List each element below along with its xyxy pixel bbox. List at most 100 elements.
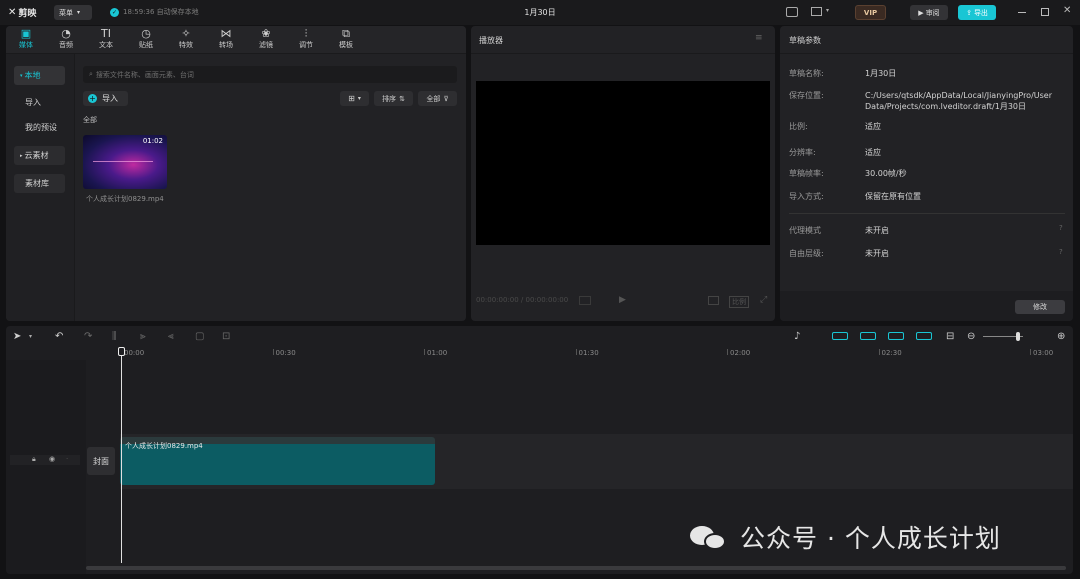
ruler-tick-mark: [575, 349, 577, 355]
split-right-icon[interactable]: ⫷: [168, 331, 174, 342]
tab-label: 模板: [339, 41, 353, 49]
close-icon[interactable]: ✕: [1063, 5, 1071, 16]
help-icon[interactable]: ?: [1059, 224, 1063, 232]
zoom-in-icon[interactable]: ⊕: [1057, 331, 1065, 342]
import-button[interactable]: + 导入: [83, 91, 128, 106]
tab-filter[interactable]: ❀ 滤镜: [248, 26, 284, 52]
link-icon[interactable]: [888, 332, 904, 340]
lock-icon[interactable]: 🔒︎: [32, 455, 36, 464]
timeline-clip[interactable]: 个人成长计划0829.mp4: [120, 437, 435, 485]
sidebar-item-import[interactable]: 导入: [14, 93, 65, 112]
param-value: 未开启: [865, 249, 889, 258]
chevron-down-icon[interactable]: ▾: [29, 333, 32, 340]
mute-icon[interactable]: ·: [66, 455, 68, 463]
review-button[interactable]: ▶ 审阅: [910, 5, 948, 20]
minimize-icon[interactable]: [1018, 12, 1026, 13]
sort-button[interactable]: 排序 ⇅: [374, 91, 413, 106]
tab-adjust[interactable]: ⫶ 调节: [288, 26, 324, 52]
fullscreen-icon[interactable]: ⤢: [760, 295, 767, 305]
thumbnail-light-streak: [93, 161, 153, 162]
clip-duration: 01:02: [142, 137, 163, 145]
view-mode-button[interactable]: ⊞ ▾: [340, 91, 369, 106]
tab-effects[interactable]: ✧ 特效: [168, 26, 204, 52]
adjust-icon: ⫶: [304, 27, 308, 40]
sidebar-item-cloud[interactable]: ▸ 云素材: [14, 146, 65, 165]
play-icon[interactable]: ▶: [619, 295, 626, 305]
eye-icon[interactable]: ◉: [49, 455, 55, 463]
tab-label: 文本: [99, 41, 113, 49]
split-left-icon[interactable]: ⫸: [140, 331, 146, 342]
cover-label: 封面: [93, 456, 109, 466]
filter-icon: ❀: [261, 27, 271, 40]
cover-button[interactable]: 封面: [87, 447, 115, 475]
sidebar-item-local[interactable]: ▾ 本地: [14, 66, 65, 85]
param-key: 保存位置:: [789, 91, 824, 100]
tab-label: 媒体: [19, 41, 33, 49]
watermark-text: 公众号 · 个人成长计划: [740, 524, 1001, 553]
auto-snap-icon[interactable]: [860, 332, 876, 340]
edit-label: 修改: [1033, 303, 1047, 311]
param-value: 30.00帧/秒: [865, 169, 907, 178]
sidebar-item-presets[interactable]: 我的预设: [14, 118, 65, 137]
tab-sticker[interactable]: ◷ 贴纸: [128, 26, 164, 52]
timeline-toolbar: ➤ ▾ ↶ ↷ ⫼ ⫸ ⫷ ▢ ⊡ ♪ ⊟ ⊖ ⊕: [6, 326, 1073, 346]
zoom-out-icon[interactable]: ⊖: [967, 331, 975, 342]
timeline-ruler[interactable]: 00:00 00:30 01:00 01:30 02:00 02:30 03:00: [86, 346, 1073, 360]
sidebar-item-library[interactable]: 素材库: [14, 174, 65, 193]
track-header-column: 🔒︎ ◉ ·: [6, 360, 86, 574]
text-icon: TI: [101, 27, 111, 40]
cursor-select-icon[interactable]: ➤: [13, 331, 21, 342]
delete-icon[interactable]: ▢: [195, 331, 204, 342]
param-value: 1月30日: [865, 69, 897, 78]
snap-main-track-icon[interactable]: [832, 332, 848, 340]
tab-template[interactable]: ⧉ 模板: [328, 26, 364, 52]
playhead-handle[interactable]: [118, 347, 125, 356]
undo-icon[interactable]: ↶: [55, 331, 63, 342]
vip-badge[interactable]: VIP: [855, 5, 886, 20]
fullscreen-mini-icon[interactable]: [579, 296, 591, 305]
ruler-tick-label: 03:00: [1033, 349, 1054, 357]
search-input[interactable]: ⌕ 搜索文件名称、画面元素、台词: [83, 66, 457, 83]
video-preview[interactable]: [476, 81, 770, 245]
param-key: 导入方式:: [789, 192, 824, 201]
tab-label: 特效: [179, 41, 193, 49]
export-button[interactable]: ⇪ 导出: [958, 5, 996, 20]
caption-icon[interactable]: ⊟: [946, 331, 954, 342]
tab-audio[interactable]: ◔ 音频: [48, 26, 84, 52]
ruler-tick-mark: [424, 349, 425, 355]
preview-axis-icon[interactable]: [916, 332, 932, 340]
keyboard-icon[interactable]: [786, 7, 798, 17]
sort-icon: ⇅: [399, 94, 405, 103]
sticker-icon: ◷: [141, 27, 151, 40]
redo-icon[interactable]: ↷: [84, 331, 92, 342]
menu-lines-icon[interactable]: ≡: [755, 33, 763, 43]
help-icon[interactable]: ?: [1059, 248, 1063, 256]
chevron-down-icon: ▾: [357, 95, 361, 102]
tab-transition[interactable]: ⋈ 转场: [208, 26, 244, 52]
tab-media[interactable]: ▣ 媒体: [8, 26, 44, 52]
zoom-slider-handle[interactable]: [1016, 332, 1020, 341]
edit-button[interactable]: 修改: [1015, 300, 1065, 314]
ruler-tick-mark: [727, 349, 728, 355]
ratio-button[interactable]: 比例: [729, 296, 749, 308]
review-label: 审阅: [925, 8, 940, 17]
plus-circle-icon: +: [88, 94, 97, 103]
section-label: 全部: [83, 116, 97, 124]
tab-text[interactable]: TI 文本: [88, 26, 124, 52]
safe-area-icon[interactable]: [708, 296, 719, 305]
horizontal-scrollbar[interactable]: [86, 566, 1066, 570]
frame-icon[interactable]: ⊡: [222, 331, 230, 342]
filter-button[interactable]: 全部 ⊽: [418, 91, 457, 106]
player-title: 播放器: [479, 36, 503, 45]
layout-icon[interactable]: [811, 7, 822, 16]
media-clip-thumbnail[interactable]: 01:02: [83, 135, 167, 189]
playhead-line[interactable]: [121, 356, 122, 563]
media-tab-bar: ▣ 媒体 ◔ 音频 TI 文本 ◷ 贴纸 ✧ 特效 ⋈ 转场 ❀ 滤镜 ⫶ 调节 ⧉ 模板: [6, 26, 466, 54]
microphone-icon[interactable]: ♪: [794, 331, 800, 342]
split-icon[interactable]: ⫼: [112, 331, 117, 342]
media-sidebar: ▾ 本地 导入 我的预设 ▸ 云素材 素材库: [6, 54, 75, 321]
restore-icon[interactable]: [1041, 8, 1049, 16]
effects-icon: ✧: [181, 27, 191, 40]
layout-chevron-icon[interactable]: ▾: [826, 7, 829, 14]
player-header: 播放器 ≡: [471, 26, 775, 54]
